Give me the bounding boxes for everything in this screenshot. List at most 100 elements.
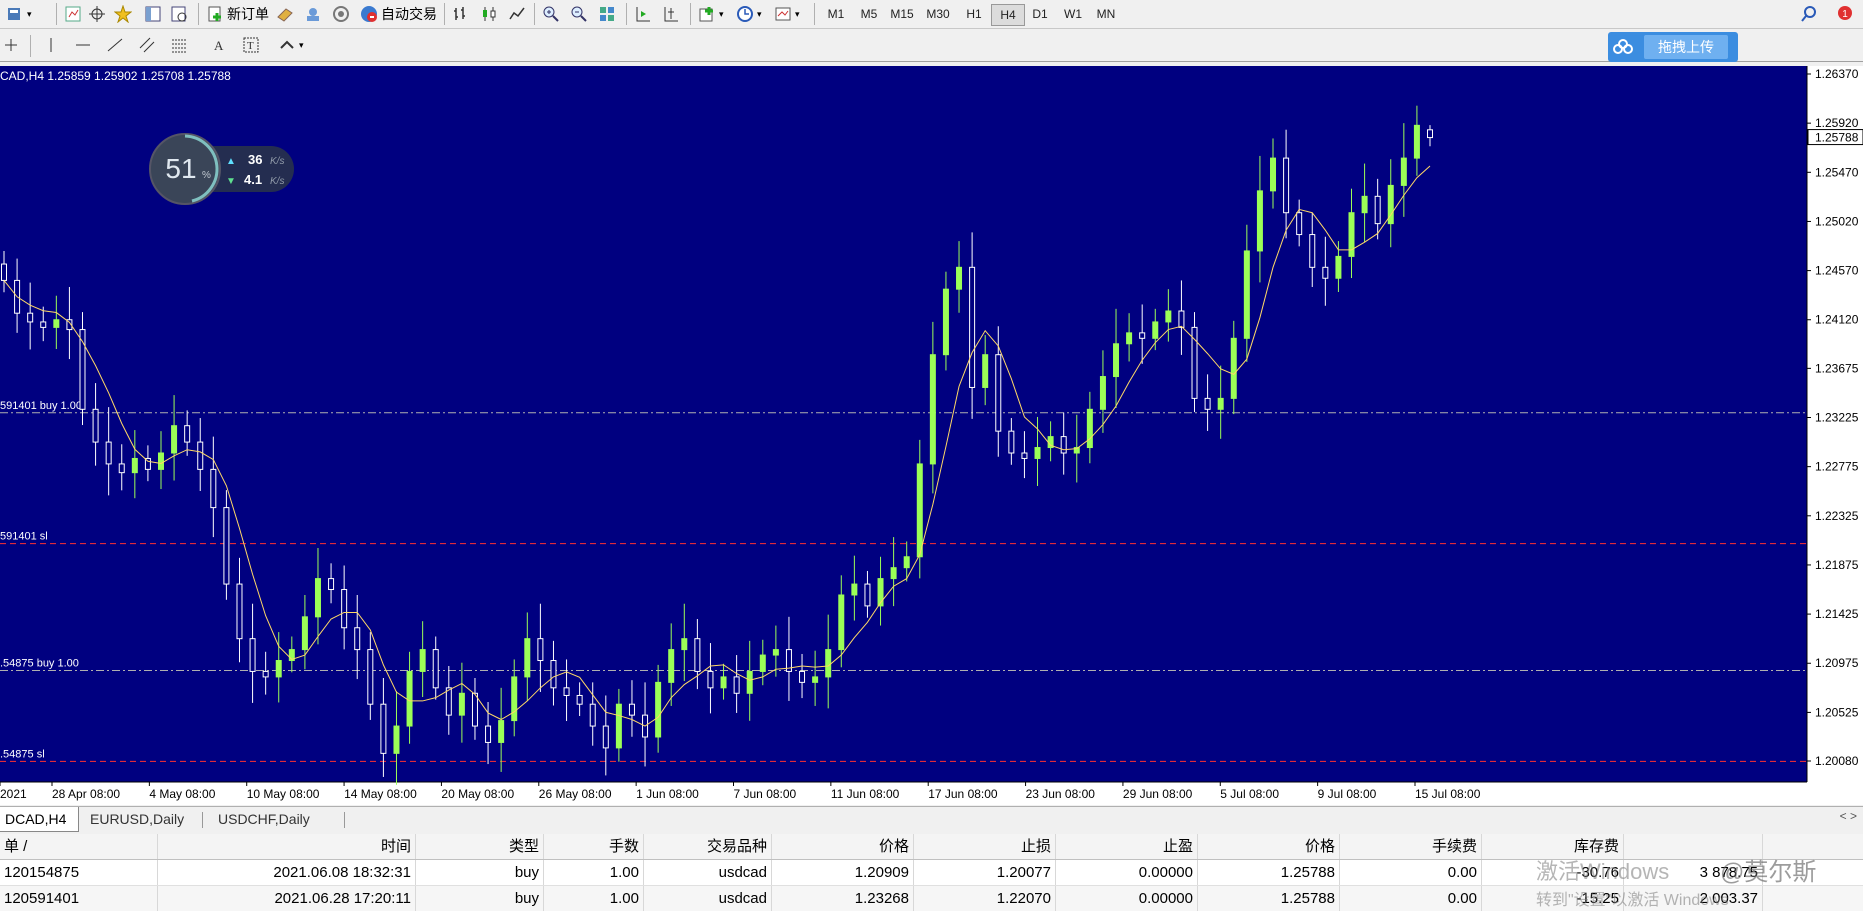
- timeframe-m30[interactable]: M30: [922, 4, 954, 24]
- candle-body: [746, 670, 753, 694]
- col-lots[interactable]: 手数: [544, 834, 644, 859]
- terminal-icon[interactable]: [304, 2, 322, 26]
- col-price[interactable]: 价格: [772, 834, 914, 859]
- timeframe-h4[interactable]: H4: [991, 4, 1025, 26]
- candle-body: [92, 408, 99, 443]
- order-type: buy: [416, 860, 544, 885]
- metaeditor-icon[interactable]: [276, 2, 294, 26]
- candle-body: [890, 567, 897, 580]
- vertical-line-icon[interactable]: [42, 33, 60, 57]
- col-time[interactable]: 时间: [158, 834, 416, 859]
- upload-speed: 36: [248, 152, 262, 167]
- candlestick-icon[interactable]: [480, 2, 498, 26]
- col-symbol[interactable]: 交易品种: [644, 834, 772, 859]
- candle-body: [825, 649, 832, 678]
- price-tick-label: 1.25020: [1815, 214, 1859, 228]
- notification-count: 1: [1842, 9, 1848, 20]
- time-tick-label: 4 May 08:00: [149, 787, 215, 801]
- candle-body: [262, 670, 269, 678]
- time-tick-label: 26 May 08:00: [539, 787, 612, 801]
- timeframe-m1[interactable]: M1: [820, 4, 852, 24]
- tab-usdcad-h4[interactable]: DCAD,H4: [0, 807, 80, 832]
- candle-body: [1296, 212, 1303, 236]
- notifications-icon[interactable]: 1: [1834, 2, 1852, 26]
- order-stoploss: 1.20077: [914, 860, 1056, 885]
- col-type[interactable]: 类型: [416, 834, 544, 859]
- periods-icon[interactable]: ▾: [736, 2, 762, 26]
- candle-body: [131, 457, 138, 474]
- order-current-price: 1.25788: [1198, 860, 1340, 885]
- candle-body: [1152, 321, 1159, 339]
- trendline-icon[interactable]: [106, 33, 124, 57]
- profiles-icon[interactable]: ▾: [6, 2, 32, 26]
- col-commission[interactable]: 手续费: [1340, 834, 1482, 859]
- timeframe-m5[interactable]: M5: [853, 4, 885, 24]
- col-order[interactable]: 单 /: [0, 834, 158, 859]
- candle-body: [1230, 337, 1237, 399]
- zoom-out-icon[interactable]: [570, 2, 588, 26]
- indicators-icon[interactable]: ▾: [698, 2, 724, 26]
- col-current-price[interactable]: 价格: [1198, 834, 1340, 859]
- upload-button[interactable]: 拖拽上传: [1608, 32, 1738, 62]
- favorites-icon[interactable]: [114, 2, 132, 26]
- horizontal-line-icon[interactable]: [74, 33, 92, 57]
- zoom-in-icon[interactable]: [542, 2, 560, 26]
- order-takeprofit: 0.00000: [1056, 860, 1198, 885]
- candle-body: [236, 583, 243, 640]
- candle-body: [511, 676, 518, 722]
- tab-scroll-arrows[interactable]: < >: [1840, 809, 1857, 823]
- candle-body: [197, 441, 204, 470]
- tester-icon[interactable]: [170, 2, 188, 26]
- price-tick-label: 1.24570: [1815, 264, 1859, 278]
- network-speed-widget[interactable]: 51 % ▲ 36 K/s ▼ 4.1 K/s: [148, 132, 296, 206]
- crosshair-icon[interactable]: [88, 2, 106, 26]
- new-order-button[interactable]: 新订单: [206, 2, 269, 26]
- order-commission: 0.00: [1340, 886, 1482, 911]
- price-axis: 1.26370 1.25920 1.25470 1.25020 1.24570 1.241…: [1807, 67, 1863, 768]
- bar-chart-icon[interactable]: [452, 2, 470, 26]
- auto-trading-button[interactable]: 自动交易: [360, 2, 437, 26]
- fibonacci-icon[interactable]: [170, 33, 188, 57]
- timeframe-h1[interactable]: H1: [958, 4, 990, 24]
- candle-body: [707, 670, 714, 689]
- search-icon[interactable]: [1800, 2, 1818, 26]
- price-tick-label: 1.20080: [1815, 754, 1859, 768]
- candle-body: [929, 354, 936, 465]
- candle-body: [1413, 124, 1420, 159]
- timeframe-d1[interactable]: D1: [1024, 4, 1056, 24]
- line-chart-icon[interactable]: [508, 2, 526, 26]
- candle-body: [916, 463, 923, 558]
- candle-body: [380, 703, 387, 754]
- arrows-icon[interactable]: ▾: [278, 33, 304, 57]
- equidistant-channel-icon[interactable]: [138, 33, 156, 57]
- time-tick-label: 7 Jun 08:00: [734, 787, 797, 801]
- navigator-icon[interactable]: [144, 2, 162, 26]
- text-label-icon[interactable]: T: [242, 33, 260, 57]
- time-axis: 2021 28 Apr 08:00 4 May 08:00 10 May 08:00 1…: [0, 782, 1481, 801]
- tab-usdchf-daily[interactable]: USDCHF,Daily: [206, 807, 322, 831]
- candle-body: [772, 649, 779, 656]
- candle-body: [720, 676, 727, 689]
- chart-shift-icon[interactable]: [662, 2, 680, 26]
- candle-body: [1217, 397, 1224, 410]
- tile-windows-icon[interactable]: [598, 2, 616, 26]
- text-tool-icon[interactable]: A: [210, 33, 228, 57]
- time-tick-label: 1 Jun 08:00: [636, 787, 699, 801]
- new-chart-icon[interactable]: [64, 2, 82, 26]
- col-stoploss[interactable]: 止损: [914, 834, 1056, 859]
- timeframe-mn[interactable]: MN: [1090, 4, 1122, 24]
- candle-body: [1060, 436, 1067, 454]
- candle-body: [354, 627, 361, 651]
- signals-icon[interactable]: [332, 2, 350, 26]
- order-symbol: usdcad: [644, 860, 772, 885]
- tab-eurusd-daily[interactable]: EURUSD,Daily: [78, 807, 196, 831]
- templates-icon[interactable]: ▾: [774, 2, 800, 26]
- upload-button-label: 拖拽上传: [1644, 35, 1728, 59]
- timeframe-m15[interactable]: M15: [886, 4, 918, 24]
- price-tick-label: 1.22325: [1815, 509, 1859, 523]
- auto-scroll-icon[interactable]: [634, 2, 652, 26]
- col-takeprofit[interactable]: 止盈: [1056, 834, 1198, 859]
- cursor-crosshair-icon[interactable]: [2, 33, 20, 57]
- timeframe-w1[interactable]: W1: [1057, 4, 1089, 24]
- candle-body: [27, 312, 34, 323]
